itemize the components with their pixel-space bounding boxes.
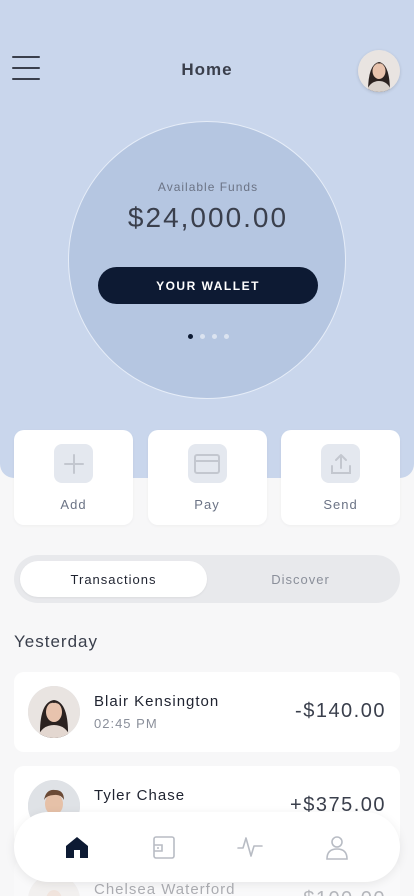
send-button[interactable]: Send bbox=[281, 430, 400, 525]
upload-icon bbox=[321, 444, 360, 483]
transaction-row[interactable]: Blair Kensington 02:45 PM -$140.00 bbox=[14, 672, 400, 752]
carousel-dot[interactable] bbox=[223, 334, 229, 339]
activity-icon bbox=[237, 837, 264, 857]
carousel-dot[interactable] bbox=[199, 334, 205, 339]
home-icon bbox=[66, 837, 89, 858]
carousel-dot[interactable] bbox=[211, 334, 217, 339]
transaction-name: Tyler Chase bbox=[94, 787, 186, 804]
plus-icon bbox=[54, 444, 93, 483]
transaction-amount: -$100.00 bbox=[295, 888, 386, 896]
carousel-indicator bbox=[69, 334, 347, 339]
tab-bar: Transactions Discover bbox=[14, 555, 400, 603]
transaction-amount: -$140.00 bbox=[295, 700, 386, 722]
tab-transactions[interactable]: Transactions bbox=[20, 561, 207, 597]
wallet-circle: Available Funds $24,000.00 YOUR WALLET bbox=[68, 121, 346, 399]
wallet-icon bbox=[152, 836, 175, 859]
tab-discover[interactable]: Discover bbox=[207, 561, 394, 597]
pay-label: Pay bbox=[194, 497, 220, 512]
transaction-time: 02:45 PM bbox=[94, 716, 158, 731]
nav-home[interactable] bbox=[53, 823, 101, 871]
header: Home bbox=[0, 44, 414, 94]
nav-activity[interactable] bbox=[226, 823, 274, 871]
transaction-name: Blair Kensington bbox=[94, 693, 220, 710]
profile-avatar[interactable] bbox=[358, 50, 400, 92]
your-wallet-button[interactable]: YOUR WALLET bbox=[98, 267, 318, 304]
profile-icon bbox=[325, 836, 348, 860]
avatar bbox=[28, 686, 80, 738]
card-icon bbox=[187, 444, 227, 483]
funds-amount: $24,000.00 bbox=[127, 202, 289, 233]
carousel-dot[interactable] bbox=[187, 334, 193, 339]
funds-label: Available Funds bbox=[157, 180, 259, 194]
quick-actions: Add Pay Send bbox=[14, 430, 400, 525]
page-title: Home bbox=[181, 60, 233, 79]
nav-wallet[interactable] bbox=[140, 823, 188, 871]
nav-profile[interactable] bbox=[313, 823, 361, 871]
pay-button[interactable]: Pay bbox=[147, 430, 267, 525]
send-label: Send bbox=[323, 497, 358, 512]
add-label: Add bbox=[60, 497, 87, 512]
section-title: Yesterday bbox=[14, 632, 98, 651]
add-button[interactable]: Add bbox=[14, 430, 133, 525]
transaction-name: Chelsea Waterford bbox=[94, 881, 236, 896]
bottom-navigation bbox=[14, 812, 400, 882]
